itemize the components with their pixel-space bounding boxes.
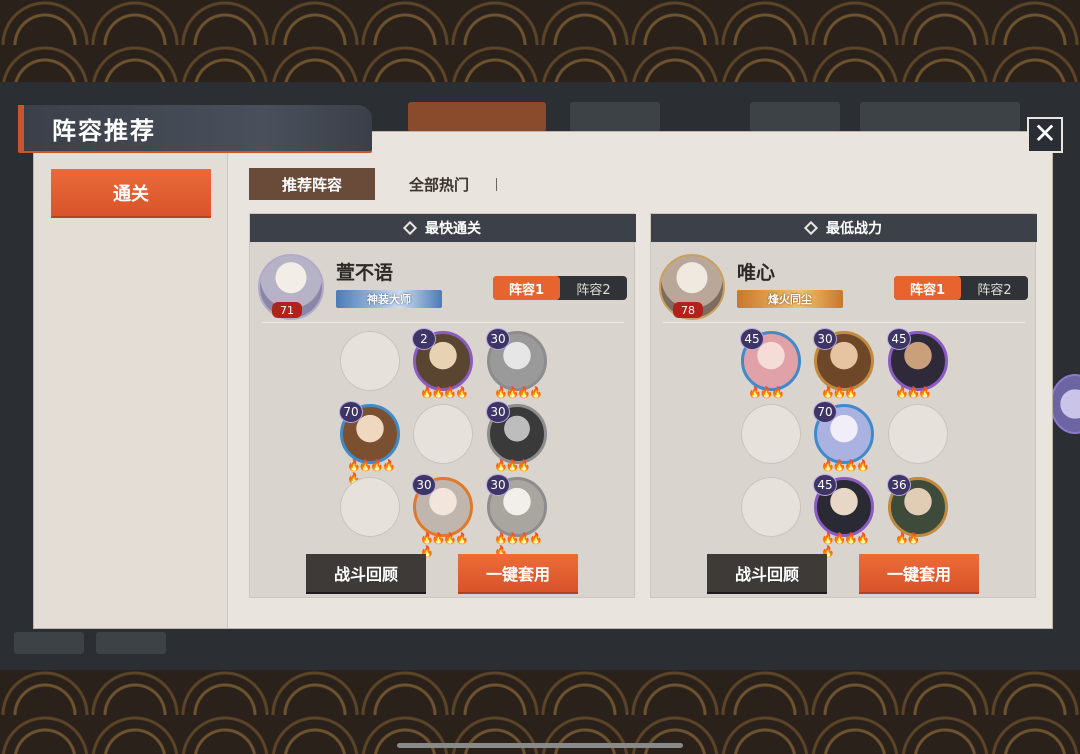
hero-level-badge: 45 (740, 328, 764, 350)
tab-all-popular[interactable]: 全部热门 (394, 168, 484, 200)
panel-header: 最低战力 (651, 214, 1037, 242)
panel-fastest-clear: 最快通关 71 萱不语 神装大师 阵容1 阵容2 2 🔥🔥🔥🔥 30 🔥🔥🔥🔥 … (249, 213, 636, 598)
lineup-tab-1[interactable]: 阵容1 (894, 276, 961, 300)
panel-header: 最快通关 (250, 214, 636, 242)
hero-level-badge: 45 (887, 328, 911, 350)
lineup-switch: 阵容1 阵容2 (493, 276, 627, 300)
diamond-icon (803, 220, 819, 236)
hero-slot[interactable]: 70 🔥🔥🔥🔥🔥 (339, 401, 400, 485)
dialog-title: 阵容推荐 (18, 105, 372, 151)
leader-name: 萱不语 (336, 262, 394, 284)
panel-title: 最快通关 (425, 221, 481, 237)
battle-review-button[interactable]: 战斗回顾 (306, 554, 426, 592)
leader-name: 唯心 (737, 262, 776, 284)
hero-slot[interactable]: 30 🔥🔥🔥 (486, 401, 547, 472)
hero-slot[interactable]: 2 🔥🔥🔥🔥 (412, 328, 473, 399)
hero-slot[interactable]: 30 🔥🔥🔥🔥🔥 (412, 474, 473, 558)
leader-level-badge: 71 (272, 302, 302, 318)
hero-slot-empty[interactable] (888, 404, 948, 464)
hero-level-badge: 30 (813, 328, 837, 350)
tab-recommended[interactable]: 推荐阵容 (249, 168, 375, 200)
hero-slot-empty[interactable] (340, 477, 400, 537)
hero-slot[interactable]: 45 🔥🔥🔥🔥🔥 (813, 474, 874, 558)
divider (262, 322, 624, 323)
hero-slot[interactable]: 30 🔥🔥🔥🔥🔥 (486, 474, 547, 558)
hero-slot-empty[interactable] (741, 477, 801, 537)
lineup-switch: 阵容1 阵容2 (894, 276, 1028, 300)
close-icon[interactable]: ✕ (1027, 117, 1063, 153)
lineup-recommend-dialog: 通关 推荐阵容 全部热门 最快通关 71 萱不语 神装大师 阵容1 阵容2 2 … (34, 132, 1052, 628)
hero-slot-empty[interactable] (340, 331, 400, 391)
battle-review-button[interactable]: 战斗回顾 (707, 554, 827, 592)
hero-slot[interactable]: 70 🔥🔥🔥🔥 (813, 401, 874, 472)
hero-slot[interactable]: 45 🔥🔥🔥 (887, 328, 948, 399)
hero-level-badge: 30 (486, 474, 510, 496)
hero-level-badge: 2 (412, 328, 436, 350)
star-rating: 🔥🔥🔥 (494, 459, 531, 472)
hero-level-badge: 30 (486, 401, 510, 423)
star-rating: 🔥🔥🔥🔥 (494, 386, 543, 399)
background-pattern-top (0, 0, 1080, 82)
hero-slot-empty[interactable] (741, 404, 801, 464)
hero-level-badge: 70 (813, 401, 837, 423)
star-rating: 🔥🔥🔥 (821, 386, 858, 399)
star-rating: 🔥🔥🔥 (895, 386, 932, 399)
hero-slot[interactable]: 36 🔥🔥 (887, 474, 948, 545)
background-pattern-bottom (0, 670, 1080, 754)
hero-slot[interactable]: 45 🔥🔥🔥 (740, 328, 801, 399)
hero-slot-empty[interactable] (413, 404, 473, 464)
hero-level-badge: 36 (887, 474, 911, 496)
star-rating: 🔥🔥 (895, 532, 920, 545)
leader-title-badge: 神装大师 (336, 290, 442, 308)
hero-level-badge: 70 (339, 401, 363, 423)
hero-slot[interactable]: 30 🔥🔥🔥 (813, 328, 874, 399)
panel-title: 最低战力 (826, 221, 882, 237)
lineup-tab-2[interactable]: 阵容2 (961, 276, 1028, 300)
star-rating: 🔥🔥🔥 (748, 386, 785, 399)
star-rating: 🔥🔥🔥🔥 (420, 386, 469, 399)
hero-slot[interactable]: 30 🔥🔥🔥🔥 (486, 328, 547, 399)
sidebar: 通关 (34, 152, 228, 628)
lineup-tab-2[interactable]: 阵容2 (560, 276, 627, 300)
hero-level-badge: 30 (486, 328, 510, 350)
home-indicator[interactable] (397, 743, 683, 748)
diamond-icon (402, 220, 418, 236)
lineup-tab-1[interactable]: 阵容1 (493, 276, 560, 300)
apply-lineup-button[interactable]: 一键套用 (458, 554, 578, 592)
hero-level-badge: 30 (412, 474, 436, 496)
panel-lowest-power: 最低战力 78 唯心 烽火同尘 阵容1 阵容2 45 🔥🔥🔥 30 🔥🔥🔥 45… (650, 213, 1037, 598)
star-rating: 🔥🔥🔥🔥 (821, 459, 870, 472)
apply-lineup-button[interactable]: 一键套用 (859, 554, 979, 592)
leader-level-badge: 78 (673, 302, 703, 318)
hero-level-badge: 45 (813, 474, 837, 496)
tab-divider (496, 178, 497, 191)
leader-title-badge: 烽火同尘 (737, 290, 843, 308)
sidebar-item-clear[interactable]: 通关 (51, 169, 211, 216)
divider (663, 322, 1025, 323)
